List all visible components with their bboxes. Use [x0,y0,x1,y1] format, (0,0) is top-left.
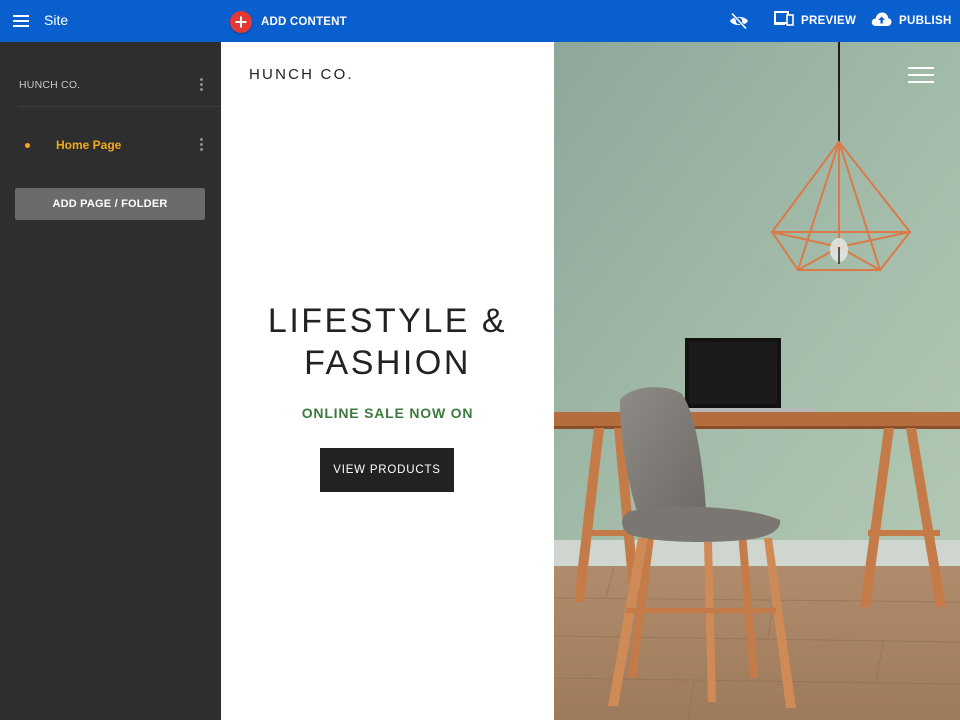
preview-label: PREVIEW [801,15,857,27]
add-page-folder-button[interactable]: ADD PAGE / FOLDER [15,188,205,220]
site-editor-app: Site ADD CONTENT PREVIEW PUBLISH HUNCH C… [0,0,960,720]
pages-sidebar: HUNCH CO. Home Page ADD PAGE / FOLDER [0,42,220,720]
site-title: Site [44,12,69,28]
add-content-label: ADD CONTENT [261,16,347,28]
plus-icon [230,11,252,33]
hero-title-line-2: FASHION [304,344,471,382]
top-toolbar: Site ADD CONTENT PREVIEW PUBLISH [0,0,960,42]
site-brand-logo[interactable]: HUNCH CO. [249,66,354,83]
eye-off-icon[interactable] [729,12,749,30]
cloud-upload-icon [871,11,892,32]
page-options-icon[interactable] [196,136,206,154]
hero-title-line-1: LIFESTYLE & [267,302,508,340]
sidebar-site-name: HUNCH CO. [19,79,81,91]
site-header-row: HUNCH CO. [0,72,220,98]
active-page-dot-icon [25,143,30,148]
view-products-button[interactable]: VIEW PRODUCTS [320,448,454,492]
site-preview-canvas: HUNCH CO. LIFESTYLE & FASHION ONLINE SAL… [221,42,960,720]
sidebar-item-label: Home Page [56,138,122,152]
site-menu-icon[interactable] [907,66,935,84]
sidebar-item-home-page[interactable]: Home Page [0,132,220,158]
hero-text-panel: HUNCH CO. LIFESTYLE & FASHION ONLINE SAL… [221,42,554,720]
site-options-icon[interactable] [196,76,206,94]
hero-title[interactable]: LIFESTYLE & FASHION [221,300,554,384]
sidebar-divider [18,106,220,107]
publish-button[interactable]: PUBLISH [871,11,952,31]
devices-icon [774,10,794,32]
hero-subtitle[interactable]: ONLINE SALE NOW ON [221,405,554,421]
hero-image[interactable] [554,42,960,720]
publish-label: PUBLISH [899,15,952,27]
preview-button[interactable]: PREVIEW [774,10,857,32]
add-content-button[interactable]: ADD CONTENT [230,10,347,34]
menu-icon[interactable] [12,12,32,30]
